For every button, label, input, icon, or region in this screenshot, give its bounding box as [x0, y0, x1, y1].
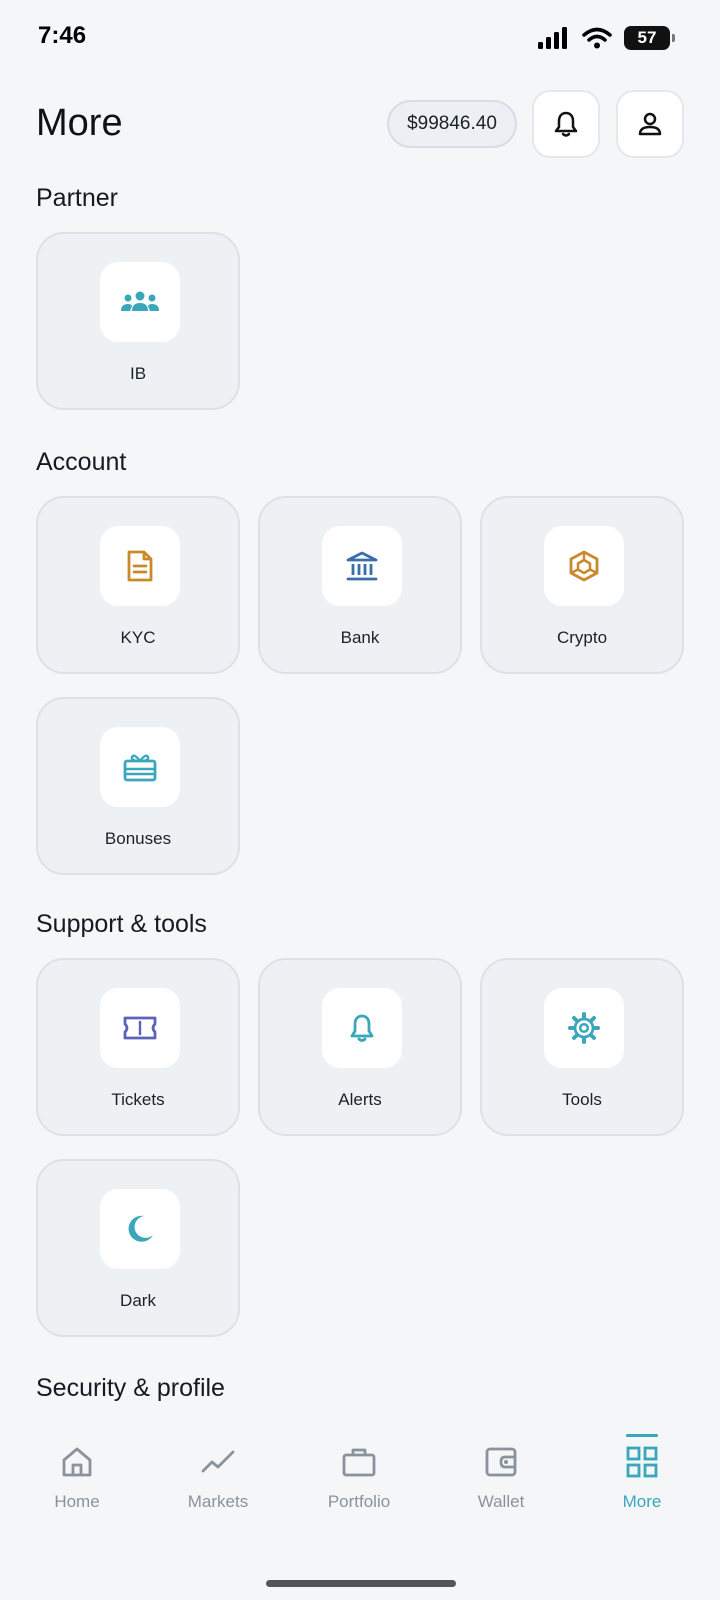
battery-indicator: 57 [624, 26, 675, 50]
tile-crypto[interactable]: Crypto [480, 496, 684, 674]
tile-icon-box [100, 526, 180, 606]
nav-more[interactable]: More [570, 1410, 714, 1520]
tile-label: Bonuses [104, 829, 172, 848]
page-title: More [36, 102, 123, 144]
tile-icon-box [322, 526, 402, 606]
wifi-icon [582, 27, 612, 49]
briefcase-icon [342, 1448, 376, 1477]
tile-icon-box [322, 988, 402, 1068]
bank-icon [346, 551, 378, 581]
tile-icon-box [100, 727, 180, 807]
wallet-icon [485, 1447, 517, 1477]
nav-label: Wallet [477, 1492, 525, 1511]
signal-icon [538, 27, 567, 49]
nav-portfolio[interactable]: Portfolio [287, 1410, 431, 1520]
nav-label: Home [54, 1492, 100, 1511]
status-time: 7:46 [38, 22, 87, 49]
tile-kyc[interactable]: KYC [36, 496, 240, 674]
tile-icon-box [100, 262, 180, 342]
home-indicator[interactable] [266, 1580, 456, 1587]
moon-icon [128, 1215, 153, 1242]
status-bar: 7:46 57 [0, 0, 720, 80]
tile-tools[interactable]: Tools [480, 958, 684, 1136]
nav-label: More [622, 1492, 662, 1511]
cube-icon [569, 550, 599, 582]
section-title-partner: Partner [36, 184, 118, 212]
tile-label: Tools [562, 1090, 602, 1109]
bell-icon [350, 1014, 374, 1042]
tile-label: Alerts [338, 1090, 382, 1109]
tile-bonuses[interactable]: Bonuses [36, 697, 240, 875]
nav-wallet[interactable]: Wallet [429, 1410, 573, 1520]
bottom-nav: Home Markets Portfolio Wallet More [0, 1410, 720, 1600]
tile-label: IB [129, 364, 147, 383]
notifications-button[interactable] [532, 90, 600, 158]
nav-label: Portfolio [327, 1492, 391, 1511]
gear-icon [568, 1012, 600, 1044]
nav-label: Markets [187, 1492, 249, 1511]
nav-home[interactable]: Home [5, 1410, 149, 1520]
users-icon [121, 291, 159, 311]
active-indicator [626, 1434, 658, 1437]
section-title-account: Account [36, 448, 127, 476]
tile-label: Crypto [556, 628, 608, 647]
document-icon [127, 550, 153, 582]
tile-label: Dark [120, 1291, 156, 1310]
tile-label: KYC [120, 628, 156, 647]
nav-markets[interactable]: Markets [146, 1410, 290, 1520]
ticket-icon [123, 1016, 157, 1040]
tile-label: Bank [340, 628, 380, 647]
tile-icon-box [100, 988, 180, 1068]
tile-dark[interactable]: Dark [36, 1159, 240, 1337]
tile-ib[interactable]: IB [36, 232, 240, 410]
gift-icon [123, 754, 157, 782]
balance-pill[interactable]: $99846.40 [387, 100, 517, 148]
chart-line-icon [201, 1450, 235, 1473]
tile-icon-box [544, 526, 624, 606]
bell-icon [554, 111, 578, 137]
home-icon [62, 1447, 92, 1477]
profile-button[interactable] [616, 90, 684, 158]
status-icons: 57 [538, 26, 675, 50]
section-title-security: Security & profile [36, 1374, 225, 1402]
tile-label: Tickets [111, 1090, 165, 1109]
user-icon [638, 112, 662, 136]
more-screen: 7:46 57 More $99846.40 Partner IB Accoun… [0, 0, 720, 1600]
tile-tickets[interactable]: Tickets [36, 958, 240, 1136]
content-area: Partner IB Account KYC Bank Crypto Bonus… [0, 160, 720, 1410]
grid-icon [626, 1446, 658, 1478]
section-title-support: Support & tools [36, 910, 207, 938]
tile-alerts[interactable]: Alerts [258, 958, 462, 1136]
tile-bank[interactable]: Bank [258, 496, 462, 674]
header: More $99846.40 [0, 88, 720, 158]
tile-icon-box [544, 988, 624, 1068]
tile-icon-box [100, 1189, 180, 1269]
